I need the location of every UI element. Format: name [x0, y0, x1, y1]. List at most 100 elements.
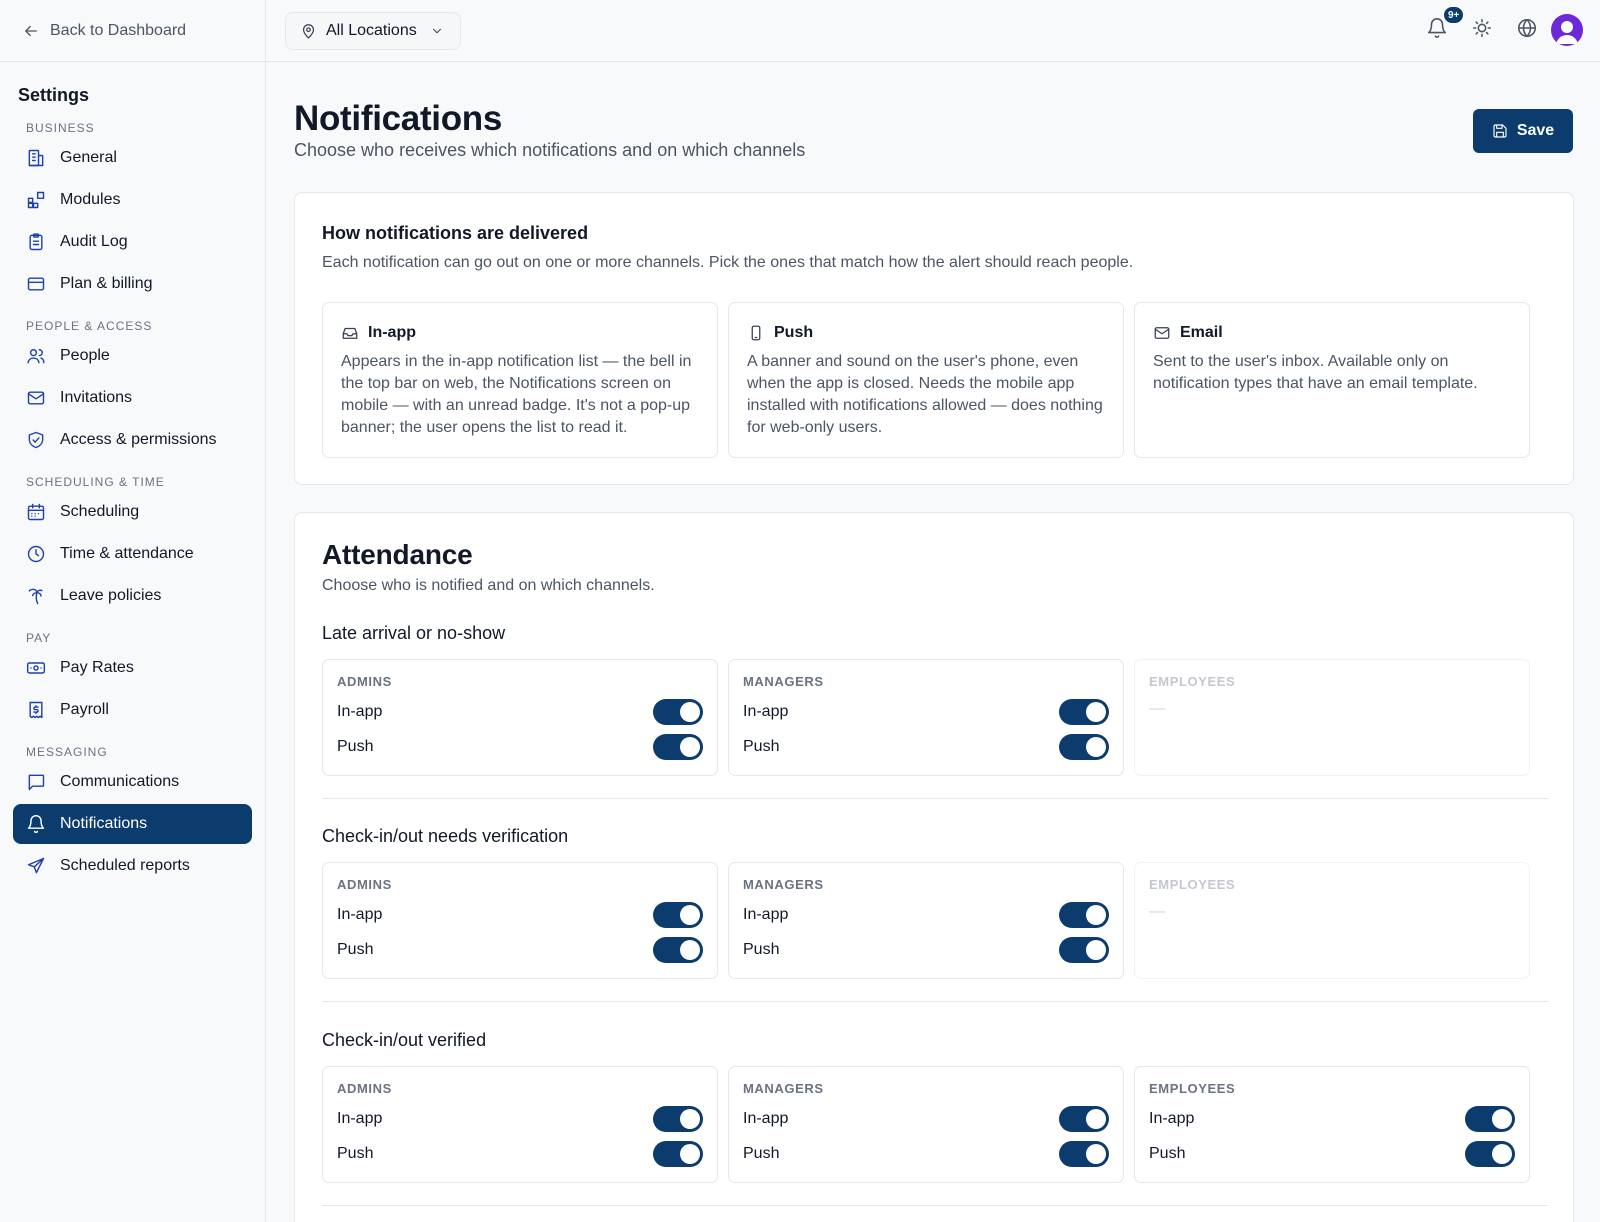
toggle-label: Push — [337, 1145, 374, 1162]
page-title: Notifications — [294, 99, 503, 138]
sidebar-item-leave-policies[interactable]: Leave policies — [13, 576, 252, 616]
in-app-toggle[interactable] — [1465, 1106, 1515, 1132]
channel-name: Email — [1180, 324, 1223, 341]
sidebar-item-plan-billing[interactable]: Plan & billing — [13, 264, 252, 304]
location-select[interactable]: All Locations — [285, 12, 461, 50]
nav-group-label: BUSINESS — [26, 121, 95, 135]
role-card-managers: MANAGERS In-app Push — [728, 862, 1124, 979]
sidebar-item-label: People — [60, 347, 110, 364]
channel-toggle-row: Push — [1149, 1141, 1515, 1167]
channel-card-push: Push A banner and sound on the user's pho… — [728, 302, 1124, 458]
sidebar-item-modules[interactable]: Modules — [13, 180, 252, 220]
in-app-toggle[interactable] — [1059, 699, 1109, 725]
sidebar-item-scheduled-reports[interactable]: Scheduled reports — [13, 846, 252, 886]
sidebar-item-people[interactable]: People — [13, 336, 252, 376]
sidebar-item-scheduling[interactable]: Scheduling — [13, 492, 252, 532]
in-app-toggle[interactable] — [653, 902, 703, 928]
push-toggle[interactable] — [1059, 937, 1109, 963]
settings-sidebar: Back to Dashboard Settings BUSINESS Gener… — [0, 0, 266, 1222]
role-label: ADMINS — [337, 1081, 392, 1096]
receipt-dollar-icon — [26, 700, 46, 720]
sidebar-item-pay-rates[interactable]: Pay Rates — [13, 648, 252, 688]
toggle-knob — [680, 737, 700, 757]
push-toggle[interactable] — [1059, 734, 1109, 760]
sidebar-item-label: Leave policies — [60, 587, 162, 604]
save-button[interactable]: Save — [1473, 109, 1573, 153]
settings-nav: BUSINESS General Modules Audit Log Plan & bi… — [0, 120, 265, 886]
sidebar-item-communications[interactable]: Communications — [13, 762, 252, 802]
user-avatar[interactable] — [1551, 14, 1583, 46]
sidebar-item-label: Pay Rates — [60, 659, 134, 676]
channel-toggle-row: Push — [337, 937, 703, 963]
channel-toggle-row: Push — [337, 1141, 703, 1167]
top-bar: All Locations 9+ — [266, 0, 1600, 62]
in-app-toggle[interactable] — [1059, 1106, 1109, 1132]
toggle-label: Push — [743, 941, 780, 958]
sidebar-item-label: General — [60, 149, 117, 166]
palm-tree-icon — [26, 586, 46, 606]
nav-group-label: PAY — [26, 631, 52, 645]
nav-group-label: MESSAGING — [26, 745, 108, 759]
sidebar-item-access-permissions[interactable]: Access & permissions — [13, 420, 252, 460]
toggle-label: In-app — [337, 906, 383, 923]
theme-toggle-button[interactable] — [1471, 17, 1497, 43]
mail-icon — [1153, 324, 1171, 342]
location-select-value: All Locations — [326, 22, 417, 39]
in-app-toggle[interactable] — [653, 699, 703, 725]
notification-type-section: Check-in/out needs verification ADMINS In-… — [322, 824, 1548, 1002]
sidebar-item-time-attendance[interactable]: Time & attendance — [13, 534, 252, 574]
push-toggle[interactable] — [653, 1141, 703, 1167]
role-label: MANAGERS — [743, 877, 824, 892]
role-label: EMPLOYEES — [1149, 1081, 1236, 1096]
notification-type-section: Late arrival or no-show ADMINS In-app Push M… — [322, 621, 1548, 799]
sidebar-item-audit-log[interactable]: Audit Log — [13, 222, 252, 262]
toggle-label: Push — [337, 738, 374, 755]
sidebar-item-label: Notifications — [60, 815, 148, 832]
role-label: MANAGERS — [743, 674, 824, 689]
push-toggle[interactable] — [1465, 1141, 1515, 1167]
role-card-admins: ADMINS In-app Push — [322, 659, 718, 776]
sidebar-item-label: Communications — [60, 773, 180, 790]
smartphone-icon — [747, 324, 765, 342]
push-toggle[interactable] — [1059, 1141, 1109, 1167]
sidebar-item-payroll[interactable]: Payroll — [13, 690, 252, 730]
role-card-employees: EMPLOYEES — — [1134, 659, 1530, 776]
calendar-icon — [26, 502, 46, 522]
channel-card-in-app: In-app Appears in the in-app notification… — [322, 302, 718, 458]
sidebar-item-notifications[interactable]: Notifications — [13, 804, 252, 844]
nav-group-label: PEOPLE & ACCESS — [26, 319, 153, 333]
sidebar-item-invitations[interactable]: Invitations — [13, 378, 252, 418]
channel-toggle-row: In-app — [1149, 1106, 1515, 1132]
sidebar-item-general[interactable]: General — [13, 138, 252, 178]
toggle-knob — [680, 702, 700, 722]
channel-heading: In-app — [341, 323, 699, 343]
message-square-icon — [26, 772, 46, 792]
toggle-knob — [680, 940, 700, 960]
channel-name: In-app — [368, 324, 416, 341]
language-button[interactable] — [1516, 17, 1542, 43]
push-toggle[interactable] — [653, 734, 703, 760]
toggle-knob — [1086, 737, 1106, 757]
shield-check-icon — [26, 430, 46, 450]
channel-description: Sent to the user's inbox. Available only… — [1153, 353, 1478, 392]
toggle-knob — [1492, 1144, 1512, 1164]
in-app-toggle[interactable] — [1059, 902, 1109, 928]
attendance-description: Choose who is notified and on which chan… — [322, 577, 655, 594]
push-toggle[interactable] — [653, 937, 703, 963]
toggle-knob — [680, 1109, 700, 1129]
toggle-knob — [1086, 1144, 1106, 1164]
map-pin-icon — [300, 23, 317, 40]
channel-heading: Push — [747, 323, 1105, 343]
banknote-icon — [26, 658, 46, 678]
role-card-employees: EMPLOYEES In-app Push — [1134, 1066, 1530, 1183]
toggle-knob — [1086, 905, 1106, 925]
save-button-label: Save — [1516, 122, 1555, 139]
role-label: EMPLOYEES — [1149, 674, 1236, 689]
toggle-label: Push — [743, 1145, 780, 1162]
sidebar-item-label: Plan & billing — [60, 275, 153, 292]
attendance-card: Attendance Choose who is notified and on… — [294, 512, 1574, 1222]
back-to-dashboard-link[interactable]: Back to Dashboard — [0, 0, 265, 62]
nav-group-label: SCHEDULING & TIME — [26, 475, 165, 489]
channel-toggle-row: In-app — [337, 902, 703, 928]
in-app-toggle[interactable] — [653, 1106, 703, 1132]
